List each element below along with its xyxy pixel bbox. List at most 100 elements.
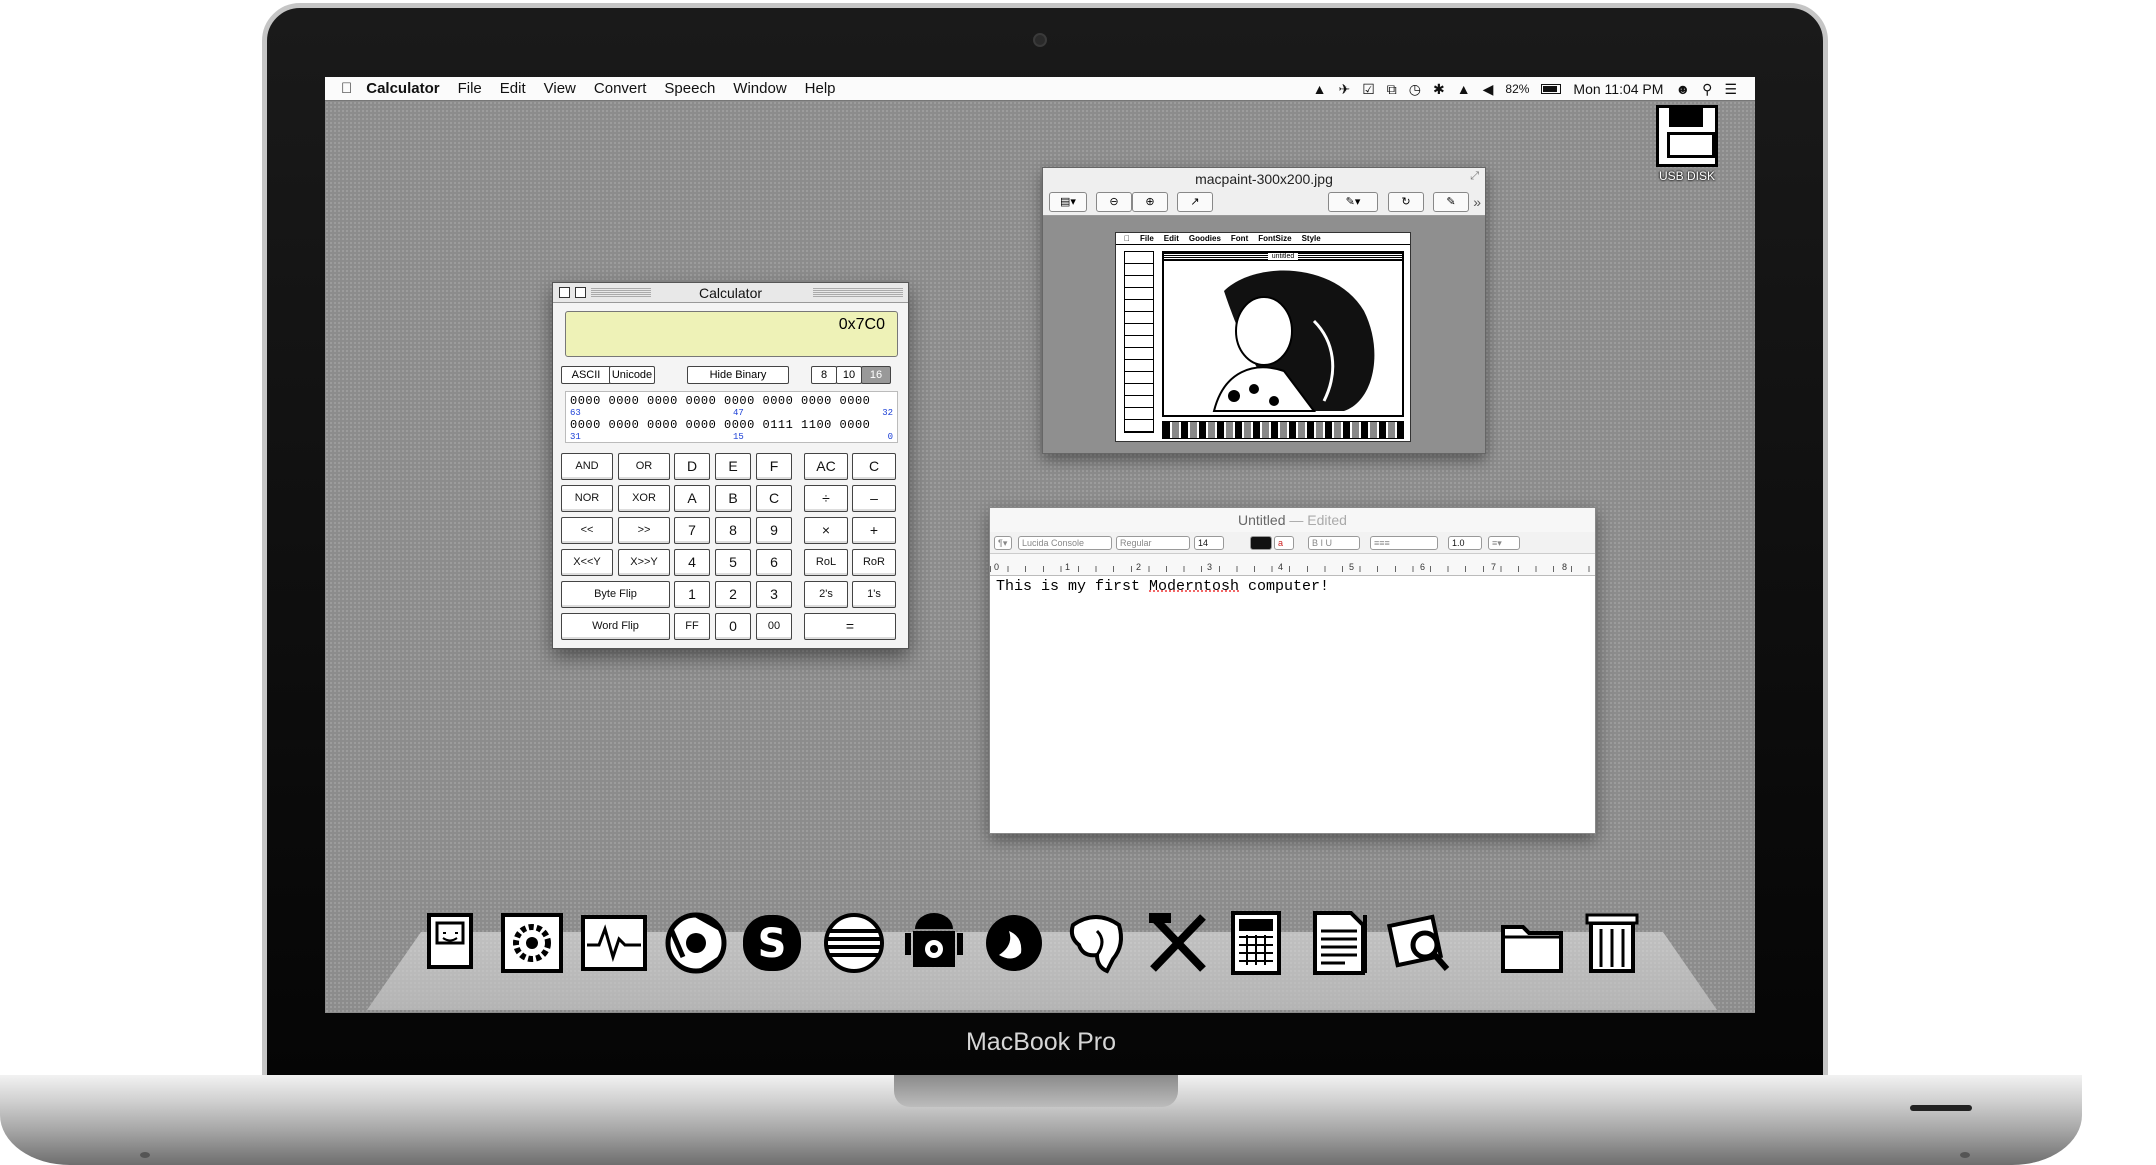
equals-key[interactable]: =	[804, 613, 896, 640]
list-style-icon[interactable]: ≡▾	[1488, 536, 1520, 550]
rotate-left-key[interactable]: RoL	[804, 549, 848, 576]
font-family-select[interactable]: Lucida Console	[1018, 536, 1112, 550]
a-key[interactable]: A	[674, 485, 710, 512]
font-style-select[interactable]: Regular	[1116, 536, 1190, 550]
usb-disk[interactable]: USB DISK	[1647, 105, 1727, 183]
all-clear-key[interactable]: AC	[804, 453, 848, 480]
word-flip-key[interactable]: Word Flip	[561, 613, 670, 640]
battery-percent[interactable]: 82%	[1505, 82, 1529, 96]
nor-key[interactable]: NOR	[561, 485, 613, 512]
menu-window[interactable]: Window	[733, 80, 786, 97]
volume-icon[interactable]: ◀	[1483, 81, 1494, 98]
five-key[interactable]: 5	[715, 549, 751, 576]
base-16-button[interactable]: 16	[861, 366, 891, 384]
line-spacing-select[interactable]: 1.0	[1448, 536, 1482, 550]
system-preferences-icon[interactable]	[497, 905, 567, 985]
text-color-swatch[interactable]	[1250, 536, 1272, 550]
bluetooth-icon[interactable]: ✱	[1433, 81, 1445, 98]
b-key[interactable]: B	[715, 485, 751, 512]
finder-icon[interactable]	[415, 905, 485, 985]
time-machine-icon[interactable]: ◷	[1409, 81, 1421, 98]
fullscreen-icon[interactable]: ⤢	[1470, 170, 1479, 183]
apple-menu-icon[interactable]: 	[341, 80, 352, 97]
f-key[interactable]: F	[756, 453, 792, 480]
divide-key[interactable]: ÷	[804, 485, 848, 512]
font-size-input[interactable]: 14	[1194, 536, 1224, 550]
multiply-key[interactable]: ×	[804, 517, 848, 544]
misspelled-word[interactable]: Moderntosh	[1149, 578, 1239, 595]
folder-icon[interactable]	[1497, 905, 1567, 985]
clock[interactable]: Mon 11:04 PM	[1573, 81, 1663, 97]
shift-right-key[interactable]: >>	[618, 517, 670, 544]
rotate-icon[interactable]: ↻	[1388, 192, 1424, 212]
sync-icon[interactable]: ✈	[1339, 81, 1351, 98]
paragraph-style-icon[interactable]: ¶▾	[994, 536, 1012, 550]
or-key[interactable]: OR	[618, 453, 670, 480]
eight-key[interactable]: 8	[715, 517, 751, 544]
ascii-button[interactable]: ASCII	[561, 366, 611, 384]
edit-toolbar-icon[interactable]: ✎	[1433, 192, 1469, 212]
ff-key[interactable]: FF	[674, 613, 710, 640]
plus-key[interactable]: +	[852, 517, 896, 544]
menu-help[interactable]: Help	[805, 80, 836, 97]
menu-view[interactable]: View	[544, 80, 576, 97]
pen-icon[interactable]: ✎▾	[1328, 192, 1378, 212]
x-shift-right-y-key[interactable]: X>>Y	[618, 549, 670, 576]
double-zero-key[interactable]: 00	[756, 613, 792, 640]
browser-icon[interactable]	[819, 905, 889, 985]
base-8-button[interactable]: 8	[811, 366, 837, 384]
two-key[interactable]: 2	[715, 581, 751, 608]
ruler[interactable]: 0 1 2 3 4 5 6 7 8	[990, 554, 1595, 576]
d-key[interactable]: D	[674, 453, 710, 480]
spotlight-icon[interactable]: ⚲	[1702, 81, 1712, 98]
windows-icon[interactable]: ⧉	[1387, 81, 1397, 98]
shift-left-key[interactable]: <<	[561, 517, 613, 544]
calculator-titlebar[interactable]: Calculator	[553, 283, 908, 303]
checklist-icon[interactable]: ☑	[1362, 81, 1375, 98]
user-icon[interactable]: ☻	[1675, 81, 1690, 97]
menu-app-name[interactable]: Calculator	[366, 80, 439, 97]
trash-icon[interactable]	[1577, 905, 1647, 985]
floppy-disk-icon[interactable]	[1656, 105, 1718, 167]
hide-binary-button[interactable]: Hide Binary	[687, 366, 789, 384]
share-icon[interactable]: ↗	[1177, 192, 1213, 212]
and-key[interactable]: AND	[561, 453, 613, 480]
c-key[interactable]: C	[756, 485, 792, 512]
zoom-in-icon[interactable]: ⊕	[1132, 192, 1168, 212]
xcode-icon[interactable]	[1143, 905, 1213, 985]
byte-flip-key[interactable]: Byte Flip	[561, 581, 670, 608]
clear-key[interactable]: C	[852, 453, 896, 480]
textedit-icon[interactable]	[1303, 905, 1373, 985]
notification-center-icon[interactable]: ☰	[1724, 81, 1737, 98]
wifi-icon[interactable]: ▲	[1457, 81, 1471, 97]
preview-icon[interactable]	[1383, 905, 1453, 985]
zoom-button[interactable]	[575, 287, 586, 298]
android-icon[interactable]	[899, 905, 969, 985]
preview-titlebar[interactable]: macpaint-300x200.jpg ▤▾ ⊖ ⊕ ↗ ✎▾ ↻ ✎ » ⤢	[1043, 168, 1485, 216]
twos-complement-key[interactable]: 2's	[804, 581, 848, 608]
rotate-right-key[interactable]: RoR	[852, 549, 896, 576]
menu-file[interactable]: File	[458, 80, 482, 97]
six-key[interactable]: 6	[756, 549, 792, 576]
calculator-icon[interactable]	[1221, 905, 1291, 985]
unicode-button[interactable]: Unicode	[609, 366, 655, 384]
ones-complement-key[interactable]: 1's	[852, 581, 896, 608]
google-drive-icon[interactable]: ▲	[1313, 81, 1327, 97]
zoom-out-icon[interactable]: ⊖	[1096, 192, 1132, 212]
one-key[interactable]: 1	[674, 581, 710, 608]
postgres-icon[interactable]	[1061, 905, 1131, 985]
battery-icon[interactable]	[1541, 84, 1562, 94]
x-shift-left-y-key[interactable]: X<<Y	[561, 549, 613, 576]
xor-key[interactable]: XOR	[618, 485, 670, 512]
bold-italic-underline-icon[interactable]: B I U	[1308, 536, 1360, 550]
document-body[interactable]: This is my first Moderntosh computer!	[996, 578, 1329, 595]
overflow-icon[interactable]: »	[1473, 194, 1481, 210]
highlight-color-icon[interactable]: a	[1274, 536, 1294, 550]
chrome-icon[interactable]	[661, 905, 731, 985]
textedit-titlebar[interactable]: Untitled — Edited	[990, 508, 1595, 532]
sidebar-toggle-icon[interactable]: ▤▾	[1049, 192, 1087, 212]
nine-key[interactable]: 9	[756, 517, 792, 544]
zero-key[interactable]: 0	[715, 613, 751, 640]
skype-icon[interactable]: S	[737, 905, 807, 985]
minus-key[interactable]: –	[852, 485, 896, 512]
